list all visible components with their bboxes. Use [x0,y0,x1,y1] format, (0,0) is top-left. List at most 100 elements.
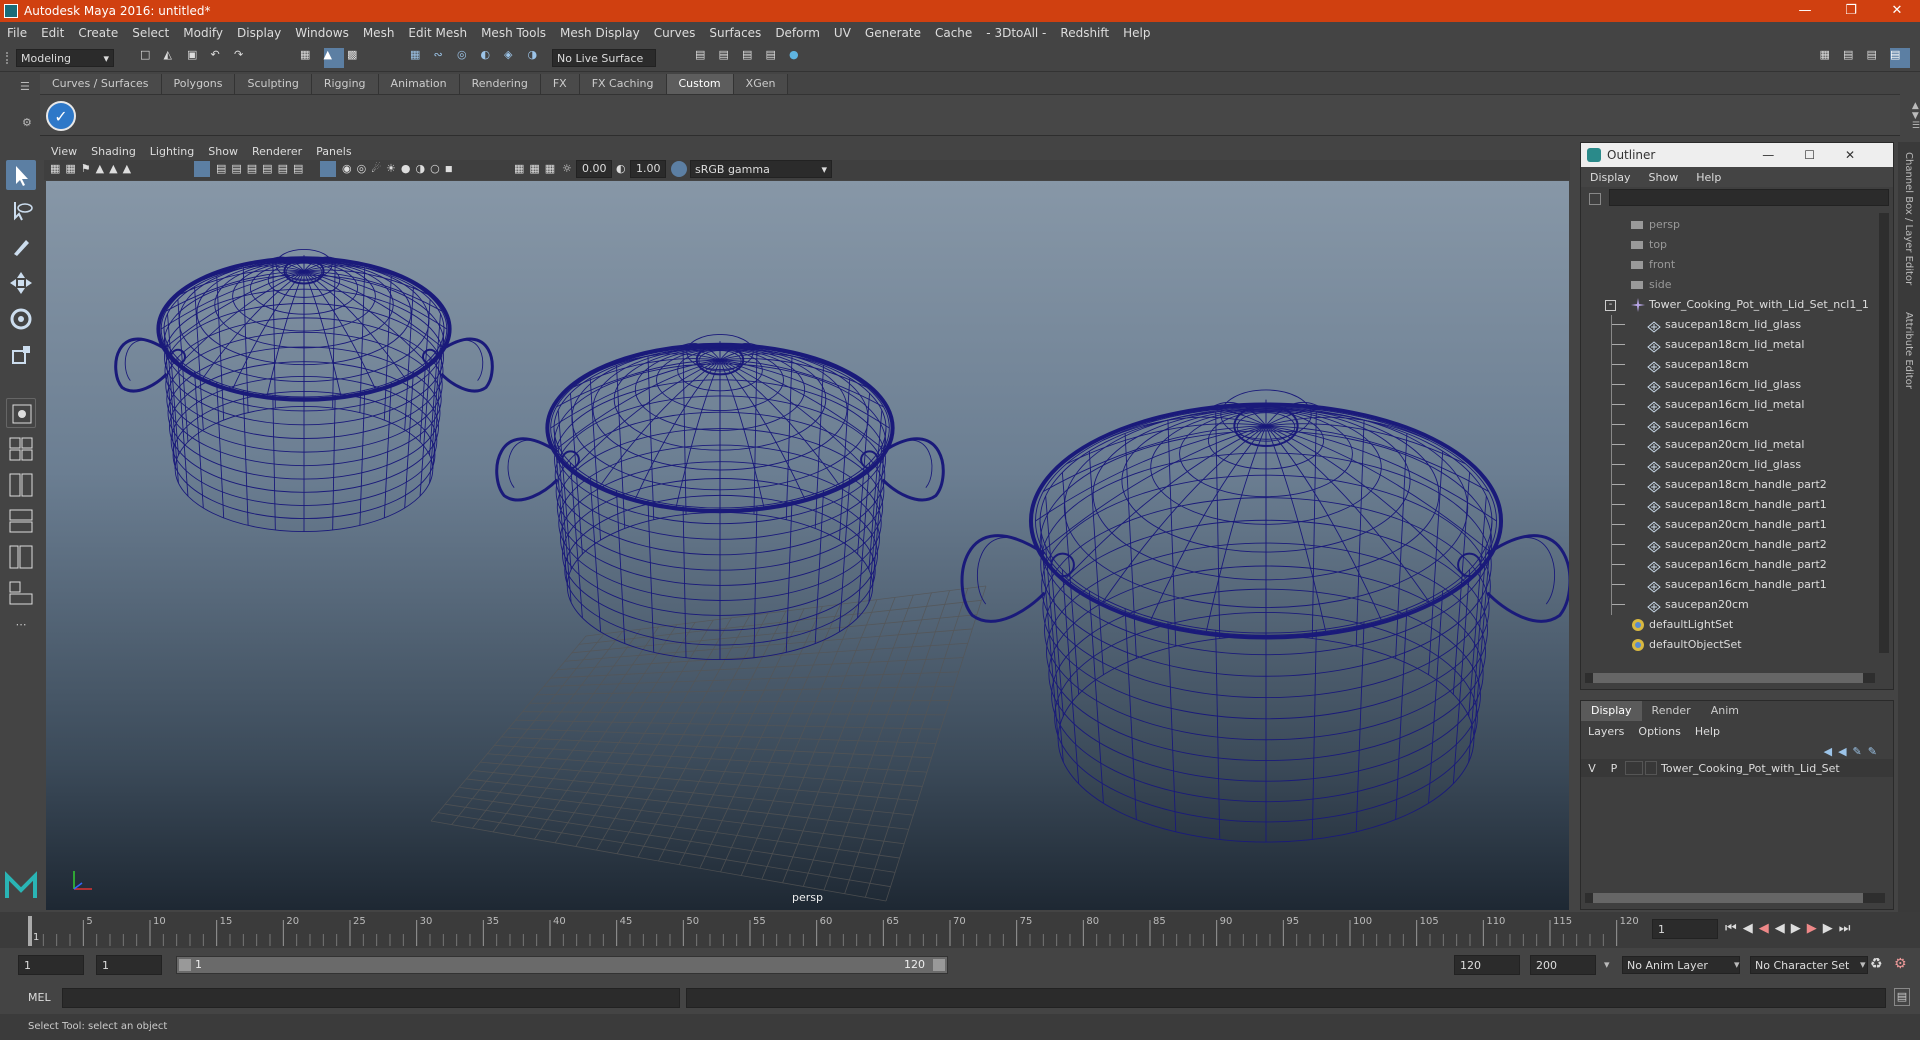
command-language-label[interactable]: MEL [28,991,51,1004]
hypershade-icon[interactable]: ● [789,48,809,68]
scale-tool-icon[interactable] [6,340,36,370]
color-management-icon[interactable] [671,161,687,177]
menu-item-12[interactable]: Surfaces [702,26,768,40]
outliner-window-buttons[interactable]: —☐✕ [1762,148,1885,162]
shelf-tab-2[interactable]: Sculpting [235,74,312,94]
perspective-viewport[interactable]: persp [46,181,1569,910]
anim-layer-dropdown[interactable]: No Anim Layer [1622,956,1740,974]
snap-grid-icon[interactable]: ▦ [410,48,430,68]
shelf-tab-3[interactable]: Rigging [311,74,379,94]
snap-point-icon[interactable]: ◎ [457,48,477,68]
select-hierarchy-icon[interactable]: ▦ [300,48,320,68]
menu-item-17[interactable]: - 3DtoAll - [979,26,1053,40]
attribute-editor-tab[interactable]: Attribute Editor [1903,312,1914,389]
outliner-item[interactable]: saucepan18cm_handle_part1 [1581,495,1893,515]
menu-item-8[interactable]: Edit Mesh [401,26,474,40]
rotate-tool-icon[interactable] [6,304,36,334]
make-live-icon[interactable]: ◑ [528,48,548,68]
outliner-item[interactable]: saucepan18cm_lid_glass [1581,315,1893,335]
layer-menu-item-2[interactable]: Help [1688,725,1727,738]
character-set-dropdown[interactable]: No Character Set [1750,956,1868,974]
current-frame-field[interactable]: 1 [1652,919,1718,939]
layer-menu-item-1[interactable]: Options [1631,725,1687,738]
menu-item-13[interactable]: Deform [768,26,827,40]
step-back-key-icon[interactable]: ◀ [1759,921,1775,936]
camera-tool-icons[interactable]: ▦▦⚑▲▲▲ [50,162,136,175]
menu-item-2[interactable]: Create [71,26,125,40]
view-display-icons[interactable]: ▤▤▤▤▤▤ [216,162,308,175]
playback-controls[interactable]: ⏮◀◀◀▶▶▶⏭ [1725,921,1856,936]
save-scene-icon[interactable]: ▣ [187,48,207,68]
play-backward-icon[interactable]: ◀ [1775,921,1791,936]
menu-item-7[interactable]: Mesh [356,26,402,40]
script-editor-icon[interactable]: ▤ [1894,988,1910,1006]
modeling-toolkit-icon[interactable]: ▦ [1820,48,1840,68]
shading-mode-icons[interactable]: ◉◎☄☀●◑○◾ [342,162,458,175]
tool-settings-toggle-icon[interactable]: ▤ [1867,48,1887,68]
single-pane-layout-icon[interactable] [6,398,36,428]
shelf-tab-6[interactable]: FX [540,74,580,94]
close-icon[interactable]: ✕ [1874,0,1920,22]
grid-toggle-icon[interactable] [194,161,210,177]
outliner-item[interactable]: saucepan18cm_handle_part2 [1581,475,1893,495]
graph-layout-icon[interactable] [6,542,36,572]
play-forward-icon[interactable]: ▶ [1791,921,1807,936]
shelf-tab-5[interactable]: Rendering [459,74,541,94]
layer-visibility-toggle[interactable]: V [1581,762,1603,775]
go-to-end-icon[interactable]: ⏭ [1839,921,1857,936]
mode-selector[interactable]: Modeling ▾ [16,49,114,67]
open-scene-icon[interactable]: ◭ [164,48,184,68]
menu-item-1[interactable]: Edit [34,26,71,40]
outliner-item[interactable]: defaultObjectSet [1581,635,1893,655]
viewport-menu-item-1[interactable]: Shading [84,145,143,158]
current-time-marker[interactable] [28,916,32,946]
range-start-handle[interactable] [179,959,191,971]
grip-handle[interactable] [6,52,12,64]
menu-item-18[interactable]: Redshift [1053,26,1116,40]
range-slider[interactable]: 1 120 [176,956,948,974]
outliner-search-input[interactable] [1609,189,1889,206]
go-to-start-icon[interactable]: ⏮ [1725,921,1743,936]
outliner-menu-item-1[interactable]: Show [1640,171,1688,184]
shelf-tab-1[interactable]: Polygons [161,74,236,94]
outliner-item[interactable]: saucepan20cm_handle_part2 [1581,535,1893,555]
menu-item-4[interactable]: Modify [176,26,230,40]
layer-tab-1[interactable]: Render [1642,701,1701,721]
viewport-menu-item-2[interactable]: Lighting [143,145,201,158]
select-tool-icon[interactable] [6,160,36,190]
outliner-item[interactable]: defaultLightSet [1581,615,1893,635]
layer-menu-item-0[interactable]: Layers [1581,725,1631,738]
layer-tab-2[interactable]: Anim [1701,701,1749,721]
snap-surface-icon[interactable]: ◈ [504,48,524,68]
wireframe-toggle-icon[interactable] [320,161,336,177]
filter-icon[interactable] [1589,193,1601,205]
outliner-layout-icon[interactable] [6,506,36,536]
layer-playback-toggle[interactable]: P [1603,762,1625,775]
menu-item-5[interactable]: Display [230,26,288,40]
shelf-tab-8[interactable]: Custom [666,74,734,94]
layer-tab-0[interactable]: Display [1581,701,1642,721]
exposure-field[interactable]: 0.00 [576,160,612,178]
minimize-icon[interactable]: — [1782,0,1828,22]
outliner-item[interactable]: saucepan16cm_lid_metal [1581,395,1893,415]
undo-icon[interactable]: ↶ [211,48,231,68]
redo-icon[interactable]: ↷ [234,48,254,68]
menu-item-6[interactable]: Windows [288,26,356,40]
layer-type-toggle[interactable] [1625,761,1643,775]
layer-horizontal-scrollbar[interactable] [1585,893,1885,903]
outliner-item[interactable]: saucepan16cm_handle_part2 [1581,555,1893,575]
auto-key-icon[interactable]: ♻ [1870,956,1883,972]
menu-item-15[interactable]: Generate [858,26,928,40]
start-time-field[interactable]: 1 [18,955,84,975]
two-pane-layout-icon[interactable] [6,470,36,500]
render-frame-icon[interactable]: ▤ [719,48,739,68]
viewport-menu-item-4[interactable]: Renderer [245,145,309,158]
select-object-icon[interactable]: ▲ [323,48,344,68]
outliner-item[interactable]: saucepan20cm_lid_glass [1581,455,1893,475]
restore-icon[interactable]: ❐ [1828,0,1874,22]
playback-start-field[interactable]: 1 [96,955,162,975]
shelf-tab-4[interactable]: Animation [378,74,460,94]
snap-view-icon[interactable]: ◐ [481,48,501,68]
shelf-scroll-icon[interactable]: ▲ ▼ ☰ [1912,101,1920,131]
ipr-render-icon[interactable]: ▤ [742,48,762,68]
